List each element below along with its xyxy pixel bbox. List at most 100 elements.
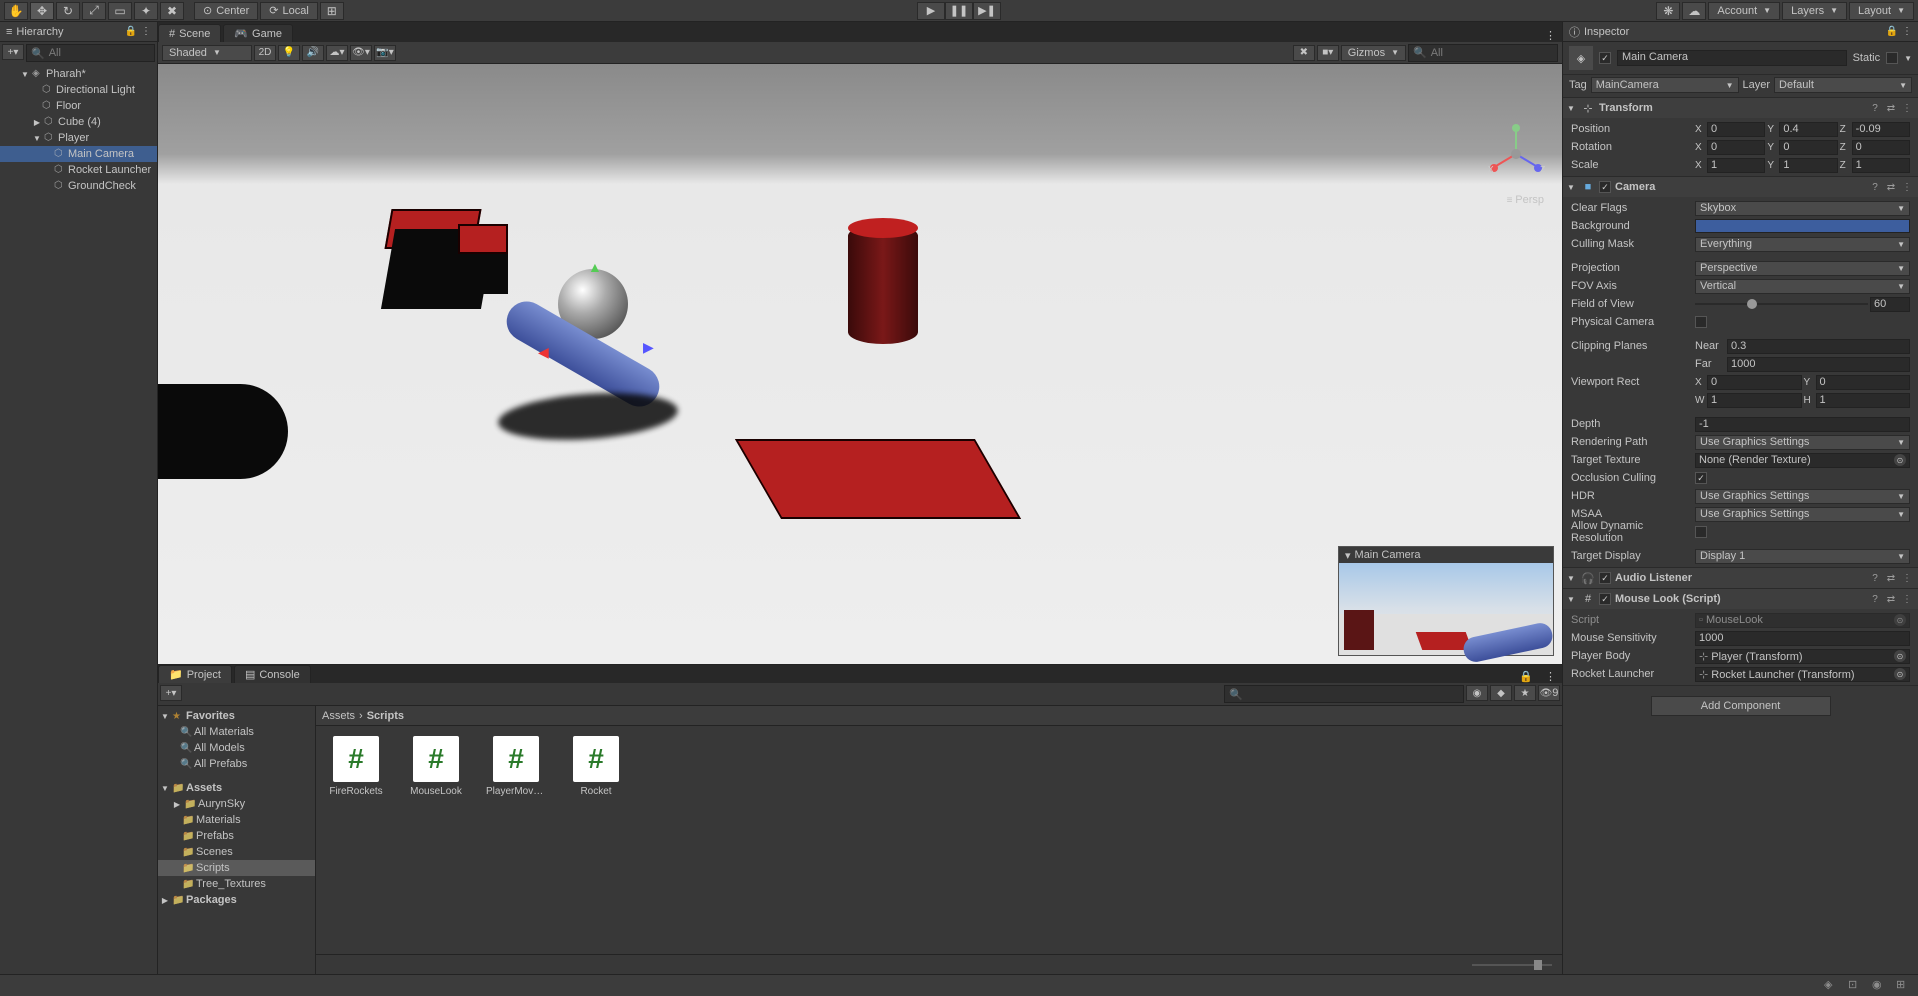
footer-icon-1[interactable]: ◈ — [1824, 978, 1840, 994]
viewport-h-input[interactable]: 1 — [1816, 393, 1911, 408]
clear-flags-dropdown[interactable]: Skybox▼ — [1695, 201, 1910, 216]
hierarchy-item-groundcheck[interactable]: ⬡GroundCheck — [0, 178, 157, 194]
footer-icon-3[interactable]: ◉ — [1872, 978, 1888, 994]
rect-tool[interactable]: ▭ — [108, 2, 132, 20]
asset-playermove[interactable]: #PlayerMove... — [486, 736, 546, 797]
menu-icon[interactable]: ⋮ — [1900, 101, 1914, 115]
preset-icon[interactable]: ⇄ — [1884, 101, 1898, 115]
projection-dropdown[interactable]: Perspective▼ — [1695, 261, 1910, 276]
mouselook-enabled-checkbox[interactable] — [1599, 593, 1611, 605]
viewport-w-input[interactable]: 1 — [1707, 393, 1802, 408]
scene-light-toggle[interactable]: 💡 — [278, 45, 300, 61]
hierarchy-item-player[interactable]: ▼⬡Player — [0, 130, 157, 146]
project-lock-icon[interactable]: 🔒 — [1513, 670, 1539, 683]
folder-aurynsky[interactable]: ▶📁AurynSky — [158, 796, 315, 812]
shading-dropdown[interactable]: Shaded▼ — [162, 45, 252, 61]
fov-input[interactable]: 60 — [1870, 297, 1910, 312]
scene-tools-2[interactable]: ■▾ — [1317, 45, 1339, 61]
static-dropdown[interactable]: ▼ — [1904, 54, 1912, 63]
target-display-dropdown[interactable]: Display 1▼ — [1695, 549, 1910, 564]
inspector-lock-icon[interactable]: 🔒 — [1886, 26, 1898, 37]
scene-search[interactable]: 🔍All — [1408, 44, 1558, 62]
pos-x-input[interactable]: 0 — [1707, 122, 1765, 137]
favorites-root[interactable]: ▼★Favorites — [158, 708, 315, 724]
pos-z-input[interactable]: -0.09 — [1852, 122, 1910, 137]
tab-console[interactable]: ▤Console — [234, 665, 311, 683]
grid-size-slider[interactable] — [1472, 964, 1552, 966]
tab-game[interactable]: 🎮Game — [223, 24, 293, 42]
object-active-checkbox[interactable] — [1599, 52, 1611, 64]
scene-fx-toggle[interactable]: ☁▾ — [326, 45, 348, 61]
scene-tools-1[interactable]: ✖ — [1293, 45, 1315, 61]
far-input[interactable]: 1000 — [1727, 357, 1910, 372]
physical-camera-checkbox[interactable] — [1695, 316, 1707, 328]
rotate-tool[interactable]: ↻ — [56, 2, 80, 20]
snap-toggle[interactable]: ⊞ — [320, 2, 344, 20]
hierarchy-item-main-camera[interactable]: ⬡Main Camera — [0, 146, 157, 162]
account-dropdown[interactable]: Account▼ — [1708, 2, 1780, 20]
preset-icon[interactable]: ⇄ — [1884, 592, 1898, 606]
mode-2d-toggle[interactable]: 2D — [254, 45, 276, 61]
transform-tool[interactable]: ✦ — [134, 2, 158, 20]
msaa-dropdown[interactable]: Use Graphics Settings▼ — [1695, 507, 1910, 522]
viewport-x-input[interactable]: 0 — [1707, 375, 1802, 390]
perspective-label[interactable]: ≡ Persp — [1507, 194, 1544, 206]
rot-x-input[interactable]: 0 — [1707, 140, 1765, 155]
transform-header[interactable]: ▼⊹Transform?⇄⋮ — [1563, 98, 1918, 118]
scene-audio-toggle[interactable]: 🔊 — [302, 45, 324, 61]
menu-icon[interactable]: ⋮ — [1900, 592, 1914, 606]
scene-root[interactable]: ▼◈Pharah* — [0, 66, 157, 82]
hand-tool[interactable]: ✋ — [4, 2, 28, 20]
scale-y-input[interactable]: 1 — [1779, 158, 1837, 173]
sensitivity-input[interactable]: 1000 — [1695, 631, 1910, 646]
fav-all-materials[interactable]: 🔍All Materials — [158, 724, 315, 740]
rot-z-input[interactable]: 0 — [1852, 140, 1910, 155]
tab-scene[interactable]: #Scene — [158, 24, 221, 42]
footer-icon-2[interactable]: ⊡ — [1848, 978, 1864, 994]
near-input[interactable]: 0.3 — [1727, 339, 1910, 354]
axis-y-arrow[interactable]: ▲ — [588, 259, 602, 275]
project-filter-1[interactable]: ◉ — [1466, 685, 1488, 701]
background-color-field[interactable] — [1695, 219, 1910, 233]
axis-z-arrow[interactable]: ▶ — [643, 339, 654, 356]
folder-materials[interactable]: 📁Materials — [158, 812, 315, 828]
pause-button[interactable]: ❚❚ — [945, 2, 973, 20]
project-hidden-toggle[interactable]: 👁9 — [1538, 685, 1560, 701]
hierarchy-menu-icon[interactable]: ⋮ — [141, 26, 151, 37]
hierarchy-item-floor[interactable]: ⬡Floor — [0, 98, 157, 114]
rot-y-input[interactable]: 0 — [1779, 140, 1837, 155]
breadcrumb-assets[interactable]: Assets — [322, 710, 355, 722]
gizmos-dropdown[interactable]: Gizmos▼ — [1341, 45, 1406, 61]
project-add-button[interactable]: +▾ — [160, 685, 182, 701]
folder-prefabs[interactable]: 📁Prefabs — [158, 828, 315, 844]
camera-header[interactable]: ▼■Camera?⇄⋮ — [1563, 177, 1918, 197]
inspector-menu-icon[interactable]: ⋮ — [1902, 26, 1912, 37]
folder-scripts[interactable]: 📁Scripts — [158, 860, 315, 876]
project-filter-2[interactable]: ◆ — [1490, 685, 1512, 701]
project-menu-icon[interactable]: ⋮ — [1539, 670, 1562, 683]
static-checkbox[interactable] — [1886, 52, 1898, 64]
object-picker-icon[interactable]: ⊙ — [1894, 668, 1906, 680]
fov-slider[interactable] — [1695, 303, 1868, 305]
preset-icon[interactable]: ⇄ — [1884, 571, 1898, 585]
audio-listener-header[interactable]: ▼🎧Audio Listener?⇄⋮ — [1563, 568, 1918, 588]
footer-icon-4[interactable]: ⊞ — [1896, 978, 1912, 994]
hdr-dropdown[interactable]: Use Graphics Settings▼ — [1695, 489, 1910, 504]
axis-x-arrow[interactable]: ◀ — [538, 344, 549, 361]
rocket-launcher-field[interactable]: ⊹ Rocket Launcher (Transform)⊙ — [1695, 667, 1910, 682]
asset-rocket[interactable]: #Rocket — [566, 736, 626, 797]
player-body-field[interactable]: ⊹ Player (Transform)⊙ — [1695, 649, 1910, 664]
viewport-y-input[interactable]: 0 — [1816, 375, 1911, 390]
add-component-button[interactable]: Add Component — [1651, 696, 1831, 716]
fov-axis-dropdown[interactable]: Vertical▼ — [1695, 279, 1910, 294]
fav-all-models[interactable]: 🔍All Models — [158, 740, 315, 756]
rendering-path-dropdown[interactable]: Use Graphics Settings▼ — [1695, 435, 1910, 450]
gameobject-icon[interactable]: ◈ — [1569, 46, 1593, 70]
asset-mouselook[interactable]: #MouseLook — [406, 736, 466, 797]
camera-enabled-checkbox[interactable] — [1599, 181, 1611, 193]
fav-all-prefabs[interactable]: 🔍All Prefabs — [158, 756, 315, 772]
layer-dropdown[interactable]: Default▼ — [1774, 77, 1912, 93]
help-icon[interactable]: ? — [1868, 592, 1882, 606]
menu-icon[interactable]: ⋮ — [1900, 571, 1914, 585]
layout-dropdown[interactable]: Layout▼ — [1849, 2, 1914, 20]
